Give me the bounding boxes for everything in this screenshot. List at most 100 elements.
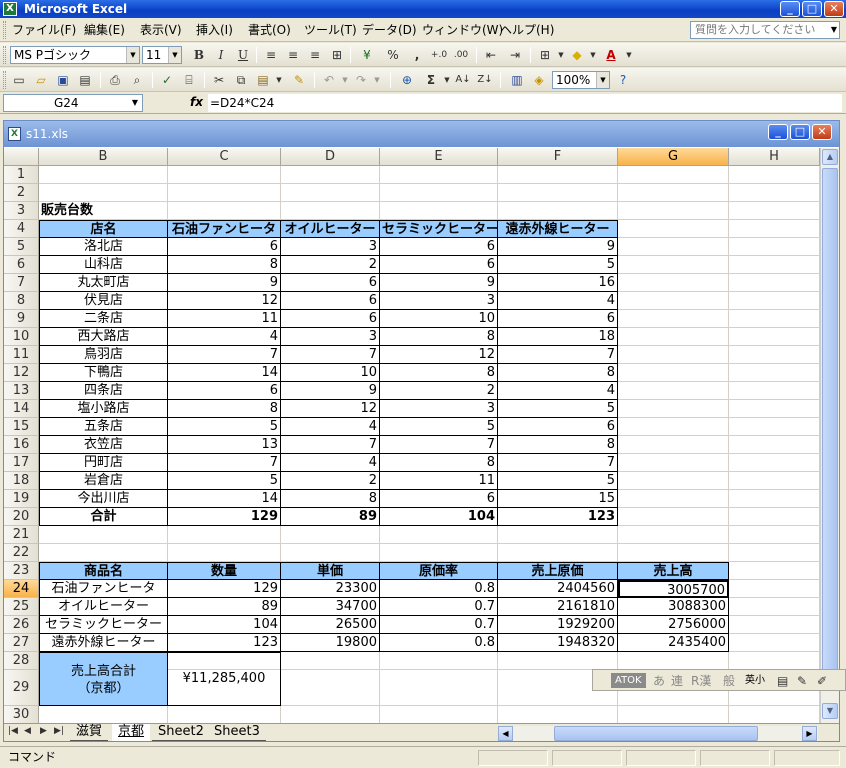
research-icon[interactable]: ⌸	[180, 71, 198, 89]
sheet-tab-shiga[interactable]: 滋賀	[70, 724, 109, 741]
sales-count-cell[interactable]: 9	[380, 274, 498, 292]
product-name-cell[interactable]: セラミックヒーター	[39, 616, 168, 634]
column-header-e[interactable]: E	[380, 148, 498, 166]
sales-count-cell[interactable]: 8	[380, 454, 498, 472]
sales-count-cell[interactable]: 5	[498, 400, 618, 418]
product-value-cell[interactable]: 2404560	[498, 580, 618, 598]
ime-ren[interactable]: 連	[671, 671, 683, 691]
sales-count-cell[interactable]: 10	[281, 364, 380, 382]
sales-count-cell[interactable]: 3	[281, 238, 380, 256]
table2-header-cell[interactable]: 数量	[168, 562, 281, 580]
sales-count-cell[interactable]: 8	[168, 256, 281, 274]
sales-count-cell[interactable]: 3	[380, 400, 498, 418]
product-name-cell[interactable]: 遠赤外線ヒーター	[39, 634, 168, 652]
sales-count-cell[interactable]: 6	[498, 310, 618, 328]
table1-header-cell[interactable]: 石油ファンヒータ	[168, 220, 281, 238]
sales-count-cell[interactable]: 9	[168, 274, 281, 292]
ime-dictionary-icon[interactable]: ▤	[777, 671, 788, 691]
chevron-down-icon[interactable]: ▼	[270, 71, 288, 89]
table1-header-cell[interactable]: オイルヒーター	[281, 220, 380, 238]
row-header-13[interactable]: 13	[4, 382, 39, 400]
product-value-cell[interactable]: 26500	[281, 616, 380, 634]
sort-ascending-icon[interactable]: A↓	[454, 71, 472, 89]
store-name-cell[interactable]: 今出川店	[39, 490, 168, 508]
row-header-7[interactable]: 7	[4, 274, 39, 292]
product-name-cell[interactable]: 石油ファンヒータ	[39, 580, 168, 598]
percent-button[interactable]: %	[384, 46, 402, 64]
copy-icon[interactable]: ⧉	[232, 71, 250, 89]
bold-button[interactable]: B	[190, 46, 208, 64]
sales-count-cell[interactable]: 8	[168, 400, 281, 418]
cut-icon[interactable]: ✂	[210, 71, 228, 89]
sales-count-cell[interactable]: 15	[498, 490, 618, 508]
store-name-cell[interactable]: 丸太町店	[39, 274, 168, 292]
menu-grip[interactable]	[3, 21, 6, 39]
select-all-corner[interactable]	[4, 148, 39, 166]
sales-count-cell[interactable]: 7	[168, 454, 281, 472]
row-header-10[interactable]: 10	[4, 328, 39, 346]
row-header-3[interactable]: 3	[4, 202, 39, 220]
hyperlink-icon[interactable]: ⊕	[398, 71, 416, 89]
row-header-17[interactable]: 17	[4, 454, 39, 472]
permission-icon[interactable]: ▤	[76, 71, 94, 89]
sales-count-cell[interactable]: 4	[168, 328, 281, 346]
sales-count-cell[interactable]: 4	[498, 292, 618, 310]
row-header-28[interactable]: 28	[4, 652, 39, 670]
sales-count-cell[interactable]: 16	[498, 274, 618, 292]
column-header-h[interactable]: H	[729, 148, 820, 166]
product-value-cell[interactable]: 19800	[281, 634, 380, 652]
sales-count-cell[interactable]: 9	[498, 238, 618, 256]
product-value-cell[interactable]: 2435400	[618, 634, 729, 652]
merge-center-icon[interactable]: ⊞	[328, 46, 346, 64]
sales-count-cell[interactable]: 11	[380, 472, 498, 490]
close-icon[interactable]: ✕	[824, 1, 844, 17]
row-header-1[interactable]: 1	[4, 166, 39, 184]
chevron-down-icon[interactable]: ▼	[168, 47, 181, 63]
menu-view[interactable]: 表示(V)	[140, 22, 182, 38]
column-header-c[interactable]: C	[168, 148, 281, 166]
sales-count-cell[interactable]: 6	[380, 490, 498, 508]
sales-count-cell[interactable]: 3	[281, 328, 380, 346]
vertical-scroll-thumb[interactable]	[822, 168, 838, 688]
drawing-icon[interactable]: ◈	[530, 71, 548, 89]
product-value-cell[interactable]: 123	[168, 634, 281, 652]
sales-count-cell[interactable]: 8	[498, 436, 618, 454]
menu-data[interactable]: データ(D)	[362, 22, 417, 38]
row-header-21[interactable]: 21	[4, 526, 39, 544]
horizontal-scrollbar[interactable]: ◀ ▶	[498, 726, 818, 741]
sales-count-cell[interactable]: 5	[380, 418, 498, 436]
row-header-2[interactable]: 2	[4, 184, 39, 202]
sales-count-cell[interactable]: 7	[168, 346, 281, 364]
sales-count-cell[interactable]: 6	[281, 292, 380, 310]
column-header-b[interactable]: B	[39, 148, 168, 166]
product-value-cell[interactable]: 89	[168, 598, 281, 616]
spelling-icon[interactable]: ✓	[158, 71, 176, 89]
sales-count-cell[interactable]: 4	[498, 382, 618, 400]
scroll-right-icon[interactable]: ▶	[802, 726, 817, 741]
scroll-up-icon[interactable]: ▲	[822, 149, 838, 165]
store-name-cell[interactable]: 山科店	[39, 256, 168, 274]
ime-pen-icon[interactable]: ✐	[817, 671, 827, 691]
spreadsheet-grid[interactable]: B C D E F G H 1 2 3 4 5 6 7 8 9 10 11 12 13 14 15 16 17 1…	[4, 148, 820, 723]
save-icon[interactable]: ▣	[54, 71, 72, 89]
chevron-down-icon[interactable]: ▼	[831, 22, 837, 38]
toolbar-grip[interactable]	[3, 71, 6, 89]
store-name-cell[interactable]: 鳥羽店	[39, 346, 168, 364]
sales-count-cell[interactable]: 6	[281, 274, 380, 292]
chevron-down-icon[interactable]: ▼	[584, 46, 602, 64]
table2-header-cell[interactable]: 売上高	[618, 562, 729, 580]
sales-count-cell[interactable]: 2	[380, 382, 498, 400]
menu-file[interactable]: ファイル(F)	[12, 22, 76, 38]
last-sheet-icon[interactable]: ▶|	[54, 726, 64, 736]
menu-tools[interactable]: ツール(T)	[304, 22, 357, 38]
sales-count-cell[interactable]: 6	[498, 418, 618, 436]
row-header-26[interactable]: 26	[4, 616, 39, 634]
prev-sheet-icon[interactable]: ◀	[24, 726, 31, 736]
table2-header-cell[interactable]: 売上原価	[498, 562, 618, 580]
scroll-left-icon[interactable]: ◀	[498, 726, 513, 741]
scroll-down-icon[interactable]: ▼	[822, 703, 838, 719]
workbook-close-icon[interactable]: ✕	[812, 124, 832, 140]
sales-count-cell[interactable]: 9	[281, 382, 380, 400]
sales-count-cell[interactable]: 13	[168, 436, 281, 454]
toolbar-grip[interactable]	[3, 46, 6, 64]
